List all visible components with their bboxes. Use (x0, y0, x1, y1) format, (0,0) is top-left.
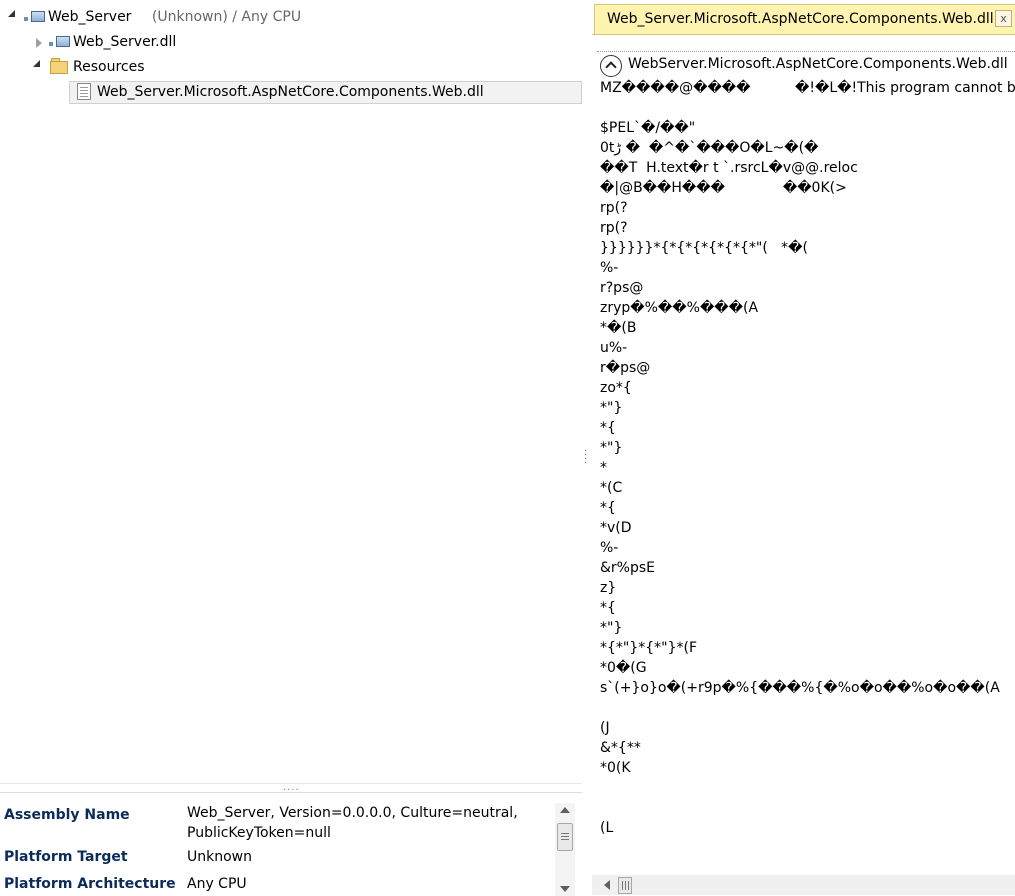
property-value-assembly: Web_Server, Version=0.0.0.0, Culture=neu… (187, 805, 518, 821)
tree-item-label: Web_Server.Microsoft.AspNetCore.Componen… (97, 84, 484, 100)
tree-item-label: Web_Server.dll (73, 34, 177, 50)
property-name-platform-arch: Platform Architecture (4, 876, 176, 892)
horizontal-splitter[interactable]: .... (0, 782, 582, 793)
properties-panel: Assembly Name Web_Server, Version=0.0.0.… (0, 792, 582, 896)
horizontal-scrollbar[interactable] (592, 875, 1015, 895)
resource-title: WebServer.Microsoft.AspNetCore.Component… (628, 56, 1008, 72)
vertical-splitter[interactable]: .... (582, 0, 592, 895)
tab-title: Web_Server.Microsoft.AspNetCore.Componen… (607, 11, 994, 27)
properties-scrollbar[interactable] (555, 803, 575, 896)
expand-arrow-icon[interactable] (8, 10, 15, 17)
tree-item-web-server[interactable]: Web_Server (Unknown) / Any CPU (48, 6, 301, 28)
close-icon[interactable]: x (995, 10, 1012, 27)
tree-item-meta: (Unknown) / Any CPU (151, 9, 302, 25)
splitter-grip-icon: .... (283, 782, 300, 793)
editor-pane: Web_Server.Microsoft.AspNetCore.Componen… (592, 0, 1015, 895)
expand-arrow-icon[interactable] (33, 60, 40, 67)
tab-resource-dll[interactable]: Web_Server.Microsoft.AspNetCore.Componen… (594, 4, 1015, 35)
property-value-platform-target: Unknown (187, 849, 252, 865)
collapse-arrow-icon[interactable] (36, 38, 42, 48)
splitter-grip-icon: .... (584, 443, 588, 466)
resource-header: WebServer.Microsoft.AspNetCore.Component… (597, 51, 1015, 77)
left-pane: Web_Server (Unknown) / Any CPU Web_Serve… (0, 0, 582, 896)
chevron-up-icon (605, 61, 617, 73)
tree-item-resources[interactable]: Resources (73, 56, 145, 78)
resource-content-text[interactable]: MZ����@���� �!�L�!This program cannot be… (600, 78, 1015, 895)
property-value-assembly-line2: PublicKeyToken=null (187, 825, 331, 841)
scroll-up-icon[interactable] (560, 807, 570, 813)
tree-item-label: Web_Server (48, 9, 132, 25)
property-name-platform-target: Platform Target (4, 849, 128, 865)
scroll-down-icon[interactable] (560, 886, 570, 892)
property-name-assembly: Assembly Name (4, 807, 130, 823)
assembly-icon (56, 36, 70, 47)
scroll-left-icon[interactable] (604, 880, 610, 890)
scrollbar-thumb[interactable] (618, 877, 632, 894)
reference-dot-icon (24, 17, 28, 21)
tree-item-resource-dll[interactable]: Web_Server.Microsoft.AspNetCore.Componen… (97, 81, 484, 103)
tree-item-label: Resources (73, 59, 145, 75)
resource-viewer: WebServer.Microsoft.AspNetCore.Component… (592, 34, 1015, 895)
collapse-button[interactable] (600, 55, 622, 77)
folder-icon (50, 61, 68, 74)
property-value-platform-arch: Any CPU (187, 876, 247, 892)
reference-dot-icon (49, 42, 53, 46)
tree-item-web-server-dll[interactable]: Web_Server.dll (73, 31, 176, 53)
scrollbar-thumb[interactable] (557, 823, 573, 851)
assembly-icon (31, 11, 45, 22)
assembly-tree: Web_Server (Unknown) / Any CPU Web_Serve… (0, 0, 582, 783)
resource-file-icon (77, 83, 91, 100)
